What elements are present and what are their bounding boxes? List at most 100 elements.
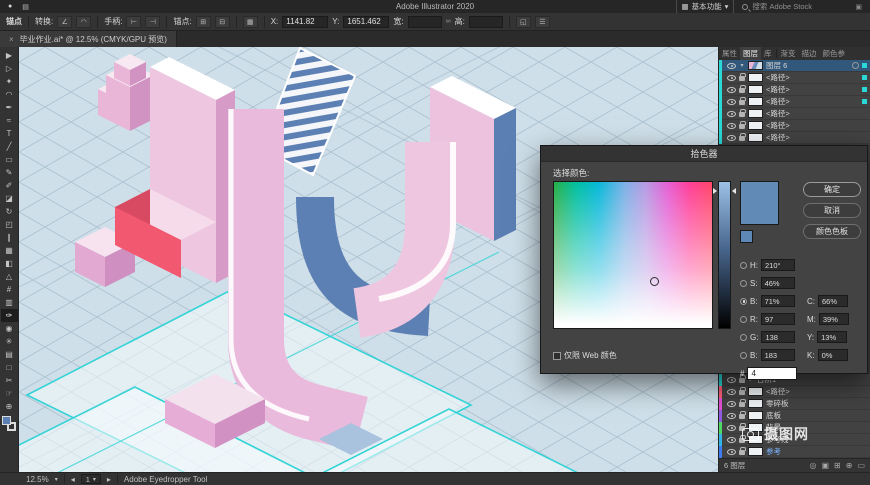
eyedropper-tool[interactable]: ✑	[0, 309, 18, 322]
next-artboard-icon[interactable]: ▸	[107, 475, 111, 484]
direct-selection-tool[interactable]: ▷	[1, 62, 18, 75]
visibility-eye-icon[interactable]	[727, 62, 736, 69]
layer-name[interactable]: 底板	[766, 410, 867, 421]
zoom-chevron-icon[interactable]: ▾	[55, 476, 58, 483]
color-spectrum-slider[interactable]	[718, 181, 731, 329]
layer-name[interactable]: <路径>	[766, 72, 859, 83]
hide-handles-button[interactable]: ⊣	[145, 15, 161, 28]
layer-name[interactable]: 参考	[766, 446, 867, 457]
layer-row[interactable]: 参考	[719, 445, 870, 458]
layer-row[interactable]: <路径>	[719, 107, 870, 120]
pen-tool[interactable]: ✒	[1, 101, 18, 114]
lock-icon[interactable]	[739, 387, 746, 395]
free-transform-tool[interactable]: ▦	[1, 244, 18, 257]
shape-builder-tool[interactable]: ◧	[1, 257, 18, 270]
type-tool[interactable]: T	[1, 127, 18, 140]
color-field-marker[interactable]	[650, 277, 659, 286]
g-value-field[interactable]: 138	[761, 331, 796, 343]
tab-libraries[interactable]: 库	[761, 47, 775, 60]
width-field[interactable]	[407, 15, 442, 28]
s-value-field[interactable]: 46%	[760, 277, 795, 289]
perspective-grid-tool[interactable]: △	[1, 270, 18, 283]
layer-row[interactable]: 底板	[719, 409, 870, 422]
layer-row[interactable]: 零碎板	[719, 397, 870, 410]
tab-color-guide[interactable]: 颜色参	[820, 47, 849, 60]
r-value-field[interactable]: 97	[761, 313, 795, 325]
stock-search-input[interactable]: 搜索 Adobe Stock	[742, 1, 847, 12]
graph-tool[interactable]: ▤	[1, 348, 18, 361]
prev-artboard-icon[interactable]: ◂	[71, 475, 75, 484]
s-radio[interactable]	[740, 279, 747, 287]
options-menu-icon[interactable]: ☰	[534, 15, 550, 28]
layer-row[interactable]: <路径>	[719, 119, 870, 132]
x-coordinate-field[interactable]: 1141.82	[282, 15, 329, 28]
layer-name[interactable]: 零碎板	[766, 398, 867, 409]
ok-button[interactable]: 确定	[803, 182, 861, 197]
hand-tool[interactable]: ☞	[1, 387, 18, 400]
lasso-tool[interactable]: ◠	[1, 88, 18, 101]
layer-row[interactable]: ▾ 图层 6	[719, 59, 870, 72]
zoom-level[interactable]: 12.5%	[26, 475, 49, 484]
make-mask-icon[interactable]: ▣	[821, 461, 829, 470]
layer-name[interactable]: <路径>	[766, 84, 859, 95]
lock-icon[interactable]	[739, 109, 746, 117]
h-value-field[interactable]: 210°	[761, 259, 795, 271]
close-tab-icon[interactable]: ×	[9, 35, 14, 44]
layer-name[interactable]: <路径>	[766, 108, 867, 119]
symbol-sprayer-tool[interactable]: ✳	[1, 335, 18, 348]
workspace-switcher[interactable]: ▦ 基本功能 ▾	[675, 0, 735, 14]
curvature-tool[interactable]: ≈	[1, 114, 18, 127]
delete-layer-icon[interactable]: ▭	[857, 461, 865, 470]
layer-name[interactable]: <路径>	[766, 132, 867, 143]
zoom-tool[interactable]: ⊕	[1, 400, 18, 413]
layer-row[interactable]: <路径>	[719, 71, 870, 84]
rectangle-tool[interactable]: ▭	[1, 153, 18, 166]
layer-name[interactable]: 图层 6	[766, 60, 849, 71]
lock-icon[interactable]	[739, 73, 746, 81]
paintbrush-tool[interactable]: ✎	[1, 166, 18, 179]
y-value-field[interactable]: 13%	[817, 331, 848, 343]
m-value-field[interactable]: 39%	[818, 313, 849, 325]
locate-object-icon[interactable]: ◎	[809, 461, 816, 470]
remove-anchor-button[interactable]: ⊟	[214, 15, 230, 28]
b-rgb-value-field[interactable]: 183	[760, 349, 795, 361]
show-handles-button[interactable]: ⊢	[126, 15, 142, 28]
visibility-eye-icon[interactable]	[727, 122, 736, 129]
lock-icon[interactable]	[739, 399, 746, 407]
height-field[interactable]	[468, 15, 503, 28]
r-radio[interactable]	[740, 315, 747, 323]
layer-row[interactable]: <路径>	[719, 131, 870, 144]
rotate-tool[interactable]: ↻	[1, 205, 18, 218]
visibility-eye-icon[interactable]	[727, 98, 736, 105]
tab-stroke[interactable]: 描边	[799, 47, 820, 60]
g-radio[interactable]	[740, 333, 747, 341]
hex-input[interactable]: 4	[747, 367, 798, 380]
visibility-eye-icon[interactable]	[727, 412, 736, 419]
web-colors-checkbox[interactable]	[553, 351, 561, 360]
layer-name[interactable]: <路径>	[766, 96, 859, 107]
cancel-button[interactable]: 取消	[803, 203, 861, 218]
constrain-link-icon[interactable]: ∞	[446, 18, 451, 25]
apple-menu-icon[interactable]: ●	[8, 3, 12, 10]
artboard-selector[interactable]: 1 ▾	[80, 474, 101, 484]
convert-corner-button[interactable]: ∠	[57, 15, 73, 28]
lock-icon[interactable]	[739, 97, 746, 105]
layer-name[interactable]: <路径>	[766, 120, 867, 131]
transform-icon[interactable]: ◱	[515, 15, 531, 28]
visibility-eye-icon[interactable]	[727, 134, 736, 141]
current-tool-indicator[interactable]: Adobe Eyedropper Tool	[124, 475, 207, 484]
dialog-title[interactable]: 拾色器	[541, 146, 867, 162]
expand-chevron-icon[interactable]: ▾	[739, 62, 745, 69]
new-sublayer-icon[interactable]: ⊞	[834, 461, 841, 470]
fill-stroke-swatches[interactable]	[2, 416, 16, 431]
blend-tool[interactable]: ◉	[1, 322, 18, 335]
document-tab[interactable]: × 毕业作业.ai* @ 12.5% (CMYK/GPU 预览)	[0, 31, 177, 47]
layer-row[interactable]: <路径>	[719, 95, 870, 108]
b-radio[interactable]	[740, 297, 747, 305]
tab-properties[interactable]: 属性	[719, 47, 740, 60]
visibility-eye-icon[interactable]	[727, 436, 736, 443]
lock-icon[interactable]	[739, 133, 746, 141]
b-rgb-radio[interactable]	[740, 351, 747, 359]
artboard-tool[interactable]: □	[1, 361, 18, 374]
add-anchor-button[interactable]: ⊞	[195, 15, 211, 28]
